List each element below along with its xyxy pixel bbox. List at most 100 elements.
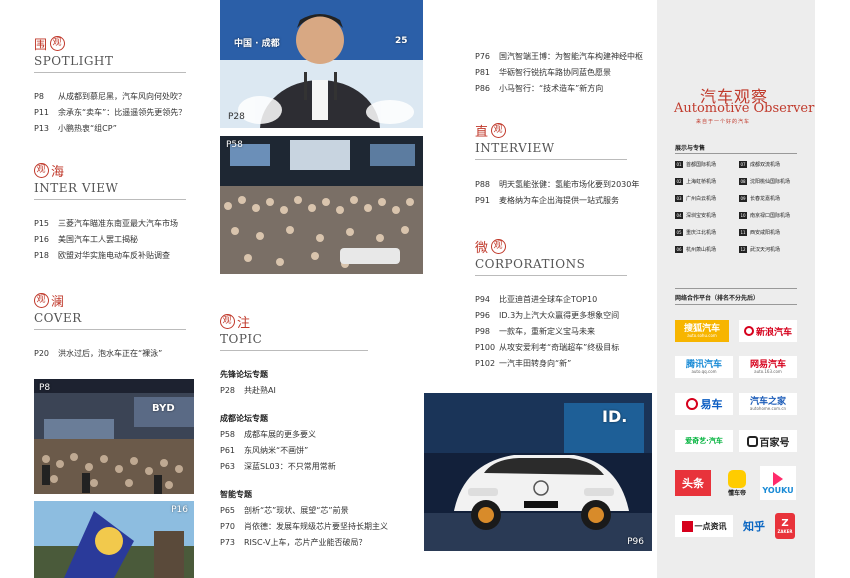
list-item[interactable]: P11 余承东“卖车”：比遥遥领先更领先？ <box>34 104 186 120</box>
airport-number: 12 <box>739 246 747 253</box>
page-number: P86 <box>475 83 491 93</box>
airport-name: 深圳宝安机场 <box>686 213 717 219</box>
overseas-stamp-icon: 观 <box>34 163 49 178</box>
p28-photo: 中国 · 成都 25 P28 <box>220 0 423 128</box>
list-item[interactable]: P76 国汽智端王博：为智能汽车构建神经中枢 <box>475 48 643 64</box>
article-title: 肖依德：发展车规级芯片要坚持长期主义 <box>244 521 388 531</box>
yidian-logo[interactable]: 一点资讯 <box>675 515 733 537</box>
topic-group-title: 成都论坛专题 <box>220 413 268 423</box>
airport-number: 01 <box>675 161 683 168</box>
article-title: 余承东“卖车”：比遥遥领先更领先？ <box>58 107 187 117</box>
list-item[interactable]: P20 洪水过后，泡水车正在“裸泳” <box>34 345 162 361</box>
dongchedi-logo[interactable]: 懂车帝 <box>720 466 754 500</box>
page-number: P11 <box>34 107 50 117</box>
airport-item: 01 首都国际机场 <box>675 161 716 168</box>
list-item[interactable]: P28 共赴熟AI <box>220 382 388 398</box>
iqiyi-auto-logo[interactable]: 爱奇艺·汽车 <box>675 430 733 452</box>
p58-photo-art <box>220 136 423 274</box>
netease-auto-logo[interactable]: 网易汽车 auto.163.com <box>739 356 797 378</box>
youku-name: YOUKU <box>762 485 794 495</box>
article-title: 从成都到慕尼黑，汽车风向何处吹？ <box>58 91 186 101</box>
list-item[interactable]: P16 美国汽车工人罢工揭秘 <box>34 231 178 247</box>
zaker-logo[interactable]: Z ZAKER <box>775 513 795 539</box>
list-item[interactable]: P96 ID.3为上汽大众赢得更多想象空间 <box>475 307 619 323</box>
topic-list: 先锋论坛专题 P28 共赴熟AI 成都论坛专题 P58 成都车展的更多要义 P61 东… <box>220 366 388 550</box>
p28-label: P28 <box>228 112 245 122</box>
list-item[interactable]: P58 成都车展的更多要义 <box>220 426 388 442</box>
partners-divider <box>675 304 797 305</box>
spotlight-stamp-icon: 观 <box>50 36 66 51</box>
p28-photo-art <box>220 0 423 128</box>
list-item[interactable]: P86 小马智行：“技术造车”新方向 <box>475 80 643 96</box>
zhihu-name: 知乎 <box>743 520 765 533</box>
yiche-logo[interactable]: 易车 <box>675 393 733 415</box>
sina-auto-logo[interactable]: 新浪汽车 <box>739 320 797 342</box>
interview-cn-first: 直 <box>475 125 490 140</box>
airport-number: 03 <box>675 195 683 202</box>
article-title: 比亚迪首进全球车企TOP10 <box>499 294 598 304</box>
p58-label: P58 <box>226 140 243 150</box>
cover-title-en: COVER <box>34 311 82 325</box>
list-item[interactable]: P98 一款车，重新定义宝马未来 <box>475 323 619 339</box>
airport-name: 沈阳桃仙国际机场 <box>750 179 791 185</box>
list-item[interactable]: P15 三菱汽车瞄准东南亚最大汽车市场 <box>34 215 178 231</box>
interview-divider <box>475 159 627 160</box>
tencent-auto-logo[interactable]: 腾讯汽车 auto.qq.com <box>675 356 733 378</box>
autohome-logo[interactable]: 汽车之家 autohome.com.cn <box>739 393 797 415</box>
autohome-url: autohome.com.cn <box>749 405 787 411</box>
zhihu-logo[interactable]: 知乎 <box>739 515 769 537</box>
topic-title-en: TOPIC <box>220 332 263 346</box>
partners-top-divider <box>675 288 797 289</box>
interview-list: P88 明天氢能张健：氢能市场化要到2030年 P91 麦格纳为车企出海提供一站式服… <box>475 176 639 208</box>
list-item[interactable]: P18 欧盟对华实施电动车反补贴调查 <box>34 247 178 263</box>
page-number: P91 <box>475 195 491 205</box>
p16-photo: P16 <box>34 501 194 578</box>
list-item[interactable]: P61 东风纳米“不画饼” <box>220 442 388 458</box>
article-title: 美国汽车工人罢工揭秘 <box>58 234 138 244</box>
airport-item: 10 南京禄口国际机场 <box>739 212 790 219</box>
toutiao-logo[interactable]: 头条 <box>675 470 711 496</box>
article-title: 麦格纳为车企出海提供一站式服务 <box>499 195 619 205</box>
page-number: P13 <box>34 123 50 133</box>
airport-number: 06 <box>675 246 683 253</box>
page-number: P8 <box>34 91 44 101</box>
sohu-auto-logo[interactable]: 搜狐汽车 auto.sohu.com <box>675 320 729 342</box>
p16-label: P16 <box>171 505 188 515</box>
overseas-list: P15 三菱汽车瞄准东南亚最大汽车市场 P16 美国汽车工人罢工揭秘 P18 欧盟对华… <box>34 215 178 263</box>
overseas-header: 观 海 INTER VIEW <box>34 161 186 200</box>
list-item[interactable]: P81 华砺智行锐抗车路协同蓝色愿景 <box>475 64 643 80</box>
spotlight-list: P8 从成都到慕尼黑，汽车风向何处吹？ P11 余承东“卖车”：比遥遥领先更领先？ … <box>34 88 186 136</box>
list-item[interactable]: P70 肖依德：发展车规级芯片要坚持长期主义 <box>220 518 388 534</box>
overseas-divider <box>34 199 186 200</box>
page-number: P81 <box>475 67 491 77</box>
page-number: P98 <box>475 326 491 336</box>
baijiahao-logo[interactable]: 百家号 <box>739 430 797 452</box>
interview-header: 直 观 INTERVIEW <box>475 121 627 160</box>
list-item[interactable]: P100 从攻安爱利考“奇瑞超车”终极目标 <box>475 339 619 355</box>
list-item[interactable]: P88 明天氢能张健：氢能市场化要到2030年 <box>475 176 639 192</box>
iqiyi-auto-name: 爱奇艺·汽车 <box>685 437 723 445</box>
list-item[interactable]: P94 比亚迪首进全球车企TOP10 <box>475 291 619 307</box>
page-number: P20 <box>34 348 50 358</box>
article-title: 成都车展的更多要义 <box>244 429 316 439</box>
airport-number: 08 <box>739 178 747 185</box>
spotlight-cn-first: 围 <box>34 38 49 53</box>
corporations-divider <box>475 275 627 276</box>
list-item[interactable]: P91 麦格纳为车企出海提供一站式服务 <box>475 192 639 208</box>
page-number: P88 <box>475 179 491 189</box>
youku-logo[interactable]: YOUKU <box>760 466 796 500</box>
article-title: 一汽丰田转身向“新” <box>499 358 572 368</box>
article-title: 洪水过后，泡水车正在“裸泳” <box>58 348 163 358</box>
list-item[interactable]: P102 一汽丰田转身向“新” <box>475 355 619 371</box>
list-item[interactable]: P63 深蓝SL03：不只常用常新 <box>220 458 388 474</box>
airport-name: 南京禄口国际机场 <box>750 213 791 219</box>
list-item[interactable]: P13 小鹏热衷“组CP” <box>34 120 186 136</box>
page-number: P94 <box>475 294 491 304</box>
list-item[interactable]: P8 从成都到慕尼黑，汽车风向何处吹？ <box>34 88 186 104</box>
youku-play-icon <box>773 471 783 486</box>
page-number: P63 <box>220 461 236 471</box>
list-item[interactable]: P65 剖析“芯”现状、展望“芯”前景 <box>220 502 388 518</box>
airport-name: 武汉天河机场 <box>750 247 781 253</box>
list-item[interactable]: P73 RISC-V上车，芯片产业能否破局？ <box>220 534 388 550</box>
airport-name: 西安咸阳机场 <box>750 230 781 236</box>
